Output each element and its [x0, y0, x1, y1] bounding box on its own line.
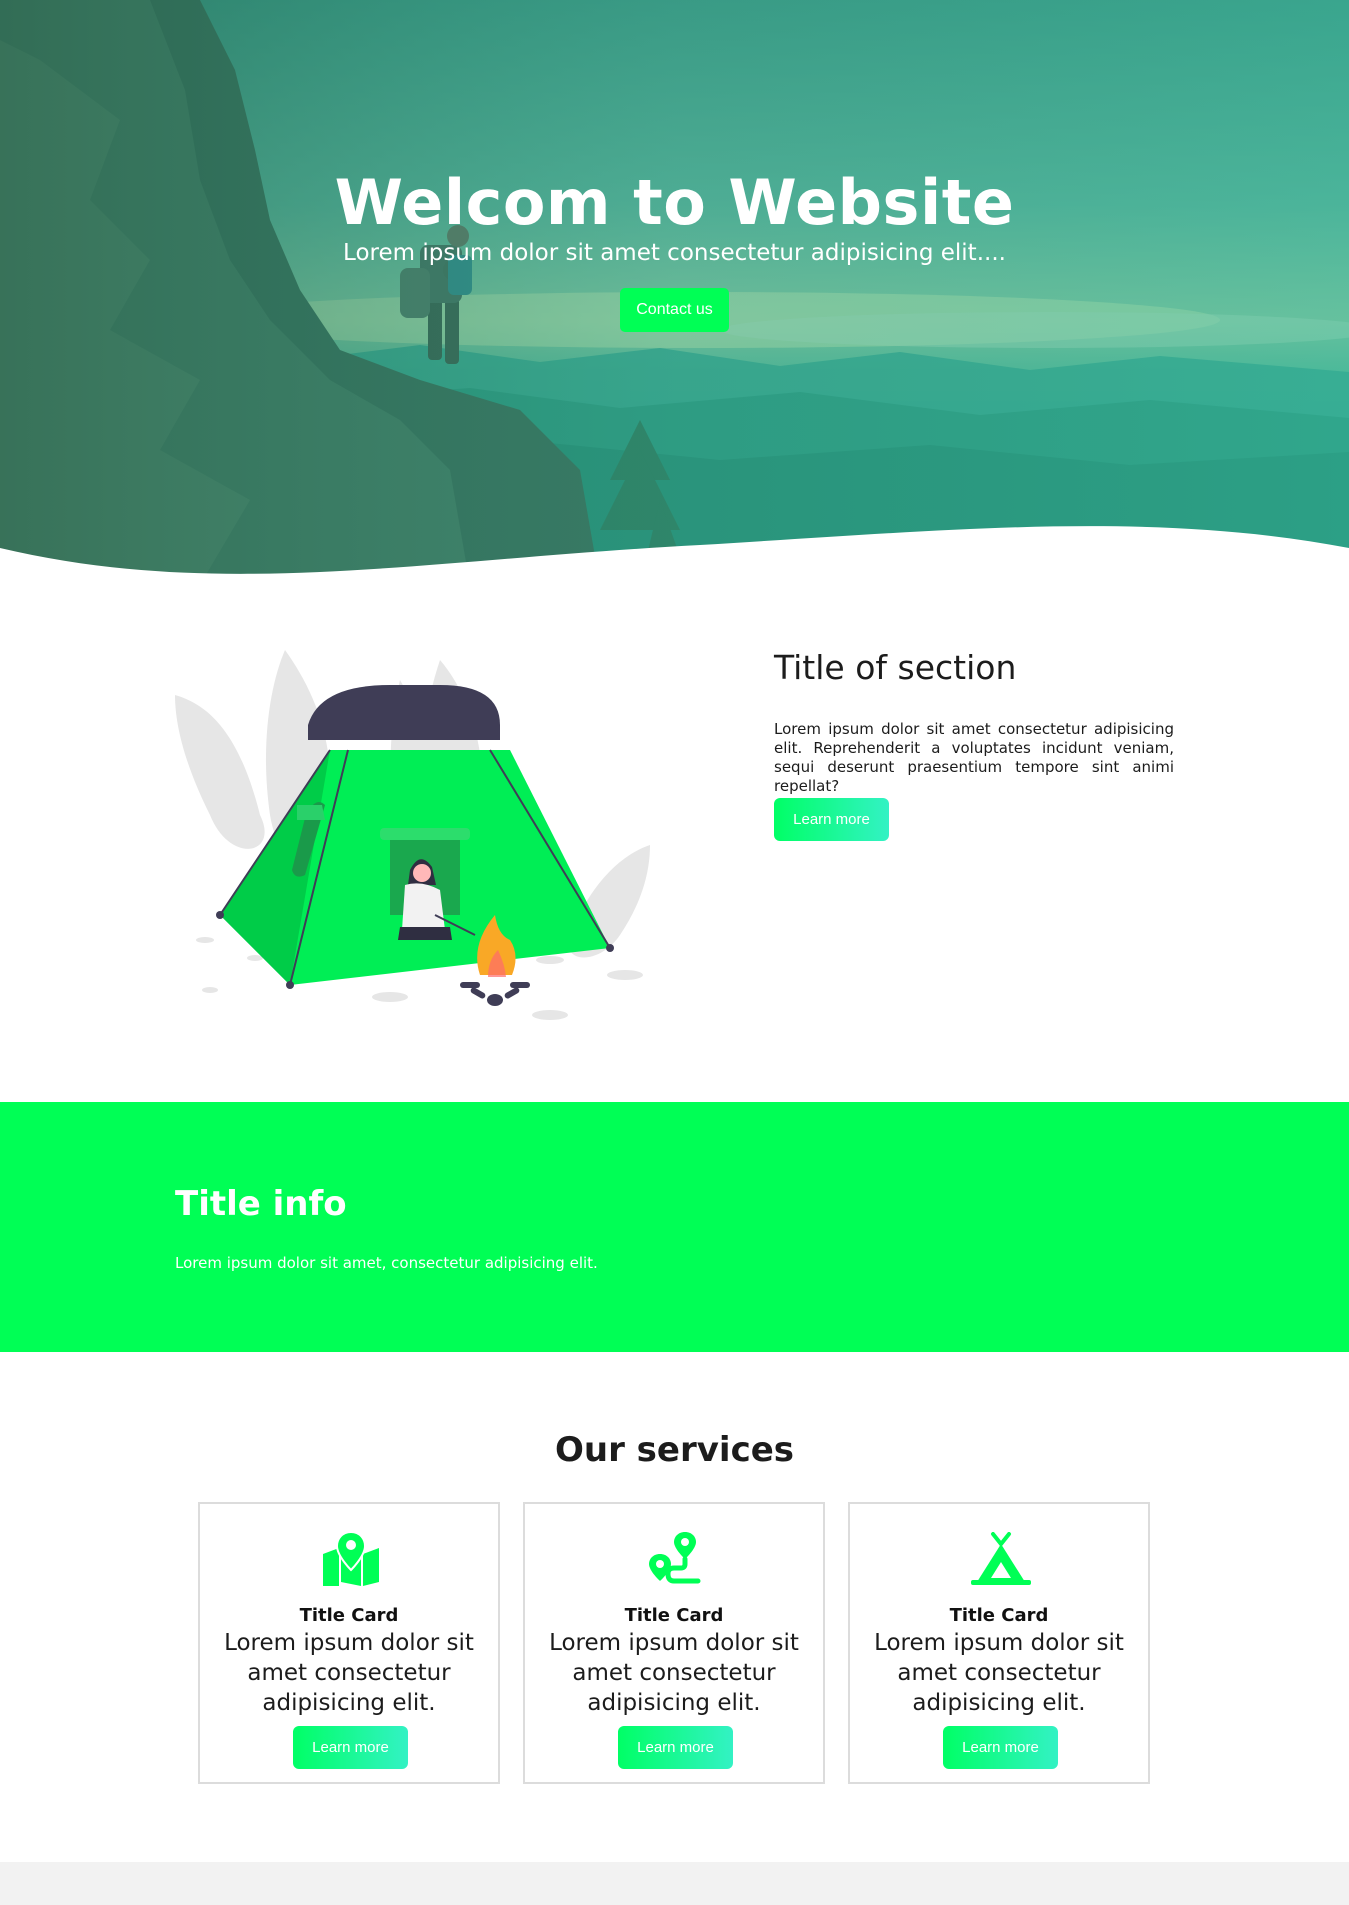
- route-icon: [649, 1532, 701, 1584]
- tent-icon: [971, 1532, 1031, 1585]
- hero-title: Welcom to Website: [334, 166, 1015, 239]
- map-location-icon: [323, 1532, 379, 1586]
- card-title: Title Card: [299, 1605, 399, 1626]
- footer: [0, 1862, 1349, 1905]
- camping-illustration: [175, 650, 650, 1020]
- card-title: Title Card: [949, 1605, 1049, 1626]
- card-text: Lorem ipsum dolor sit amet consectetur a…: [874, 1630, 1124, 1716]
- hero-subtitle: Lorem ipsum dolor sit amet consectetur a…: [343, 240, 1006, 266]
- info-title: Title info: [175, 1184, 347, 1224]
- section-description: Lorem ipsum dolor sit amet consectetur a…: [774, 720, 1174, 795]
- card-learn-more-button[interactable]: Learn more: [293, 1726, 408, 1769]
- section-title: Title of section: [774, 648, 1017, 687]
- contact-us-button[interactable]: Contact us: [620, 288, 729, 332]
- service-card: Title Card Lorem ipsum dolor sit amet co…: [523, 1502, 825, 1784]
- learn-more-button[interactable]: Learn more: [774, 798, 889, 841]
- card-learn-more-button[interactable]: Learn more: [618, 1726, 733, 1769]
- card-title: Title Card: [624, 1605, 724, 1626]
- card-learn-more-button[interactable]: Learn more: [943, 1726, 1058, 1769]
- info-band: Title info Lorem ipsum dolor sit amet, c…: [0, 1102, 1349, 1352]
- card-text: Lorem ipsum dolor sit amet consectetur a…: [549, 1630, 799, 1716]
- service-card: Title Card Lorem ipsum dolor sit amet co…: [848, 1502, 1150, 1784]
- service-card: Title Card Lorem ipsum dolor sit amet co…: [198, 1502, 500, 1784]
- hero-section: Welcom to Website Lorem ipsum dolor sit …: [0, 0, 1349, 585]
- services-title: Our services: [554, 1430, 795, 1470]
- info-text: Lorem ipsum dolor sit amet, consectetur …: [175, 1254, 598, 1272]
- card-text: Lorem ipsum dolor sit amet consectetur a…: [224, 1630, 474, 1716]
